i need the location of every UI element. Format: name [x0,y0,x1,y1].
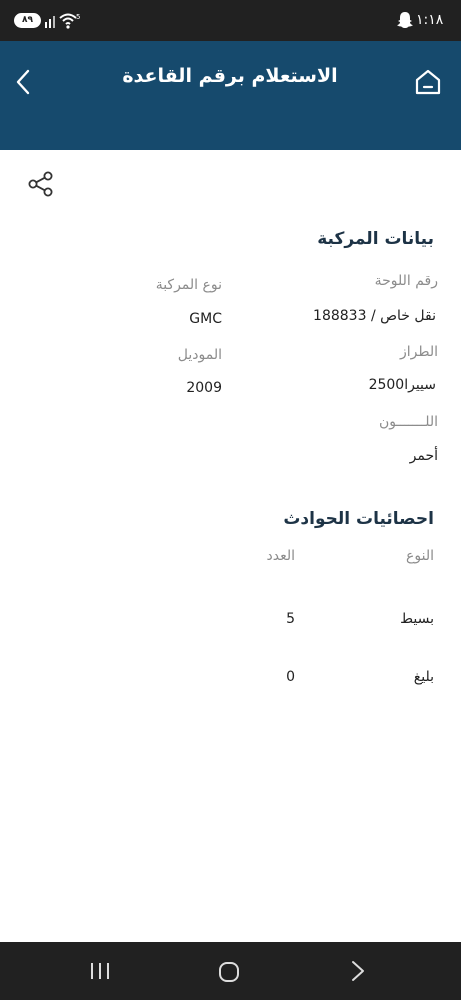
system-back-button[interactable] [350,960,366,982]
app-header: الاستعلام برقم القاعدة [0,41,461,150]
accident-type-cell: بسيط [400,611,434,627]
signal-icon [45,16,55,28]
share-icon [28,171,53,197]
vehicle-type-label: نوع المركبة [155,277,222,293]
page-title: الاستعلام برقم القاعدة [122,65,338,87]
vehicle-type-value: GMC [189,311,222,327]
model-year-value: 2009 [186,380,222,396]
snapchat-icon [397,12,413,28]
plate-number-value: نقل خاص / 188833 [313,308,436,324]
model-year-label: الموديل [177,347,222,363]
share-button[interactable] [27,170,55,198]
back-button[interactable] [12,68,36,96]
vehicle-section-title: بيانات المركبة [317,229,434,249]
model-name-label: الطراز [399,344,438,360]
wifi-icon: 5 [59,13,80,29]
model-name-value: سييرا2500 [368,377,436,393]
navigation-bar [0,942,461,1000]
accidents-section-title: احصائيات الحوادث [283,509,434,529]
home-circle-icon [219,962,239,982]
accident-count-cell: 0 [286,669,295,685]
status-time: ١:١٨ [416,12,444,28]
plate-number-label: رقم اللوحة [374,273,438,289]
network-label: 5 [76,13,80,21]
color-label: اللـــــــون [378,414,438,430]
back-chevron-icon [352,961,364,981]
accident-type-cell: بليغ [413,669,434,685]
home-button[interactable] [413,67,443,97]
color-value: أحمر [409,448,438,464]
system-home-button[interactable] [218,961,240,983]
screen: ٨٩ 5 ١:١٨ الاستعلام برقم القاعدة بيانات … [0,0,461,1000]
chevron-left-icon [16,69,30,95]
accident-type-header: النوع [406,548,434,564]
battery-icon: ٨٩ [14,13,41,28]
recent-apps-button[interactable] [89,962,111,980]
recent-apps-icon [91,963,109,979]
home-icon [415,69,441,95]
status-bar: ٨٩ 5 ١:١٨ [0,0,461,41]
accident-count-header: العدد [266,548,296,564]
accident-count-cell: 5 [286,611,295,627]
